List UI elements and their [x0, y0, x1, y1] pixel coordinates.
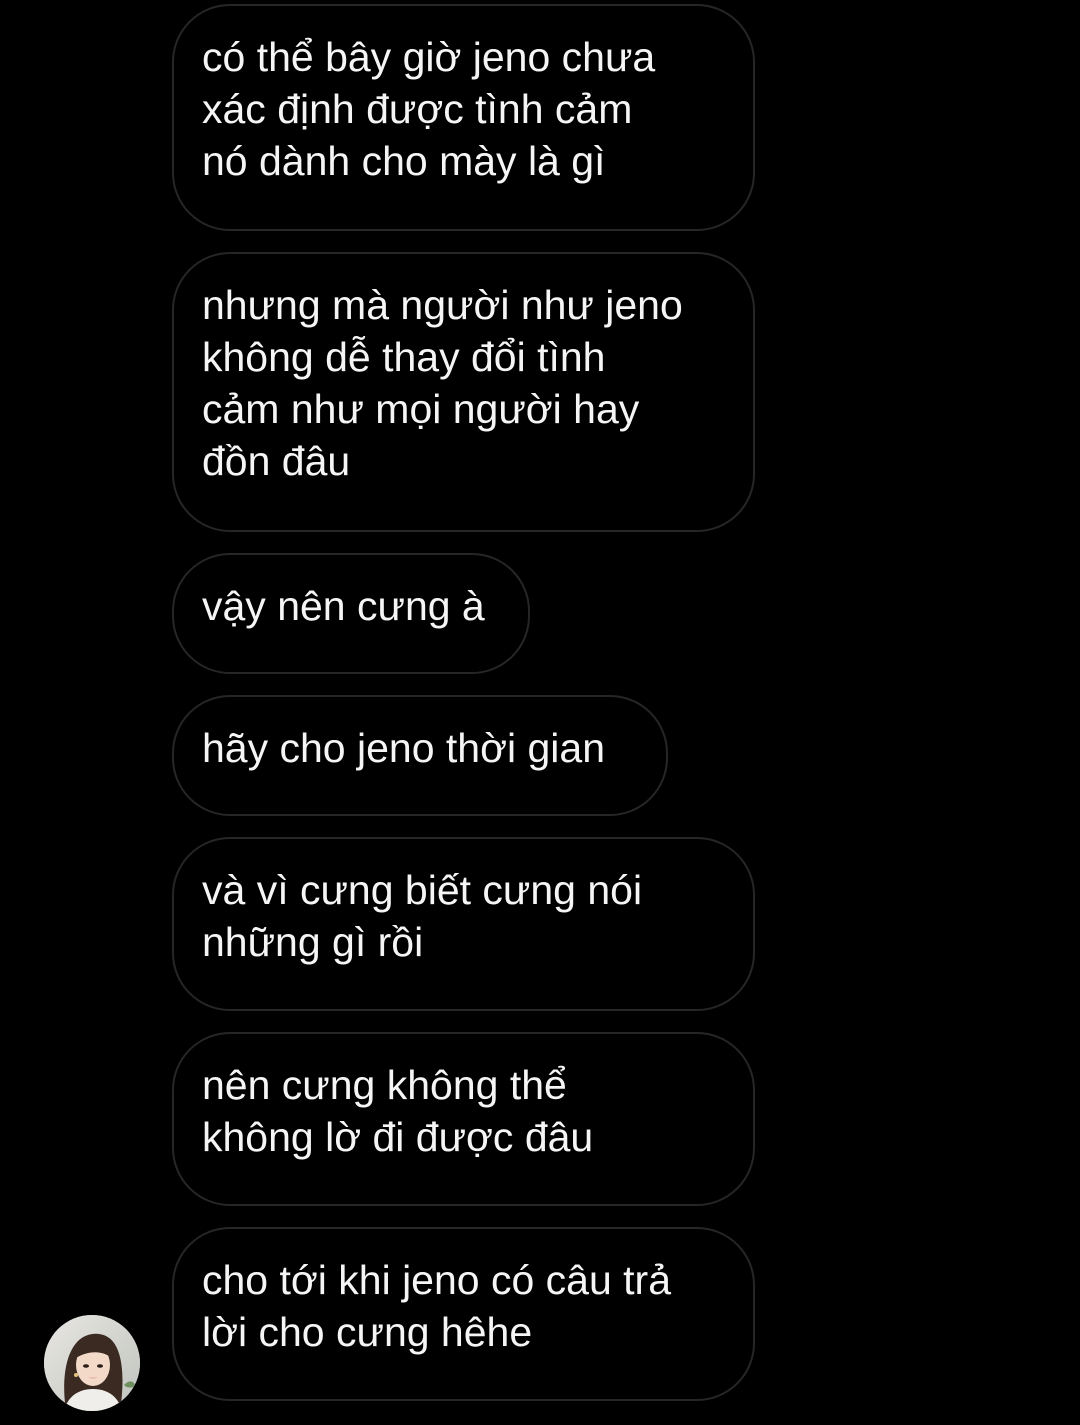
message-bubble[interactable]: nên cưng không thể không lờ đi được đâu	[172, 1032, 755, 1206]
message-bubble[interactable]: nhưng mà người như jeno không dễ thay đổ…	[172, 252, 755, 532]
sender-avatar[interactable]	[44, 1315, 140, 1411]
message-bubble[interactable]: vậy nên cưng à	[172, 553, 530, 674]
contact-avatar-photo-icon	[44, 1315, 140, 1411]
message-thread: có thể bây giờ jeno chưa xác định được t…	[0, 0, 1080, 1425]
message-bubble[interactable]: cho tới khi jeno có câu trả lời cho cưng…	[172, 1227, 755, 1401]
message-bubble[interactable]: hãy cho jeno thời gian	[172, 695, 668, 816]
message-bubble[interactable]: và vì cưng biết cưng nói những gì rồi	[172, 837, 755, 1011]
message-bubble[interactable]: có thể bây giờ jeno chưa xác định được t…	[172, 4, 755, 231]
